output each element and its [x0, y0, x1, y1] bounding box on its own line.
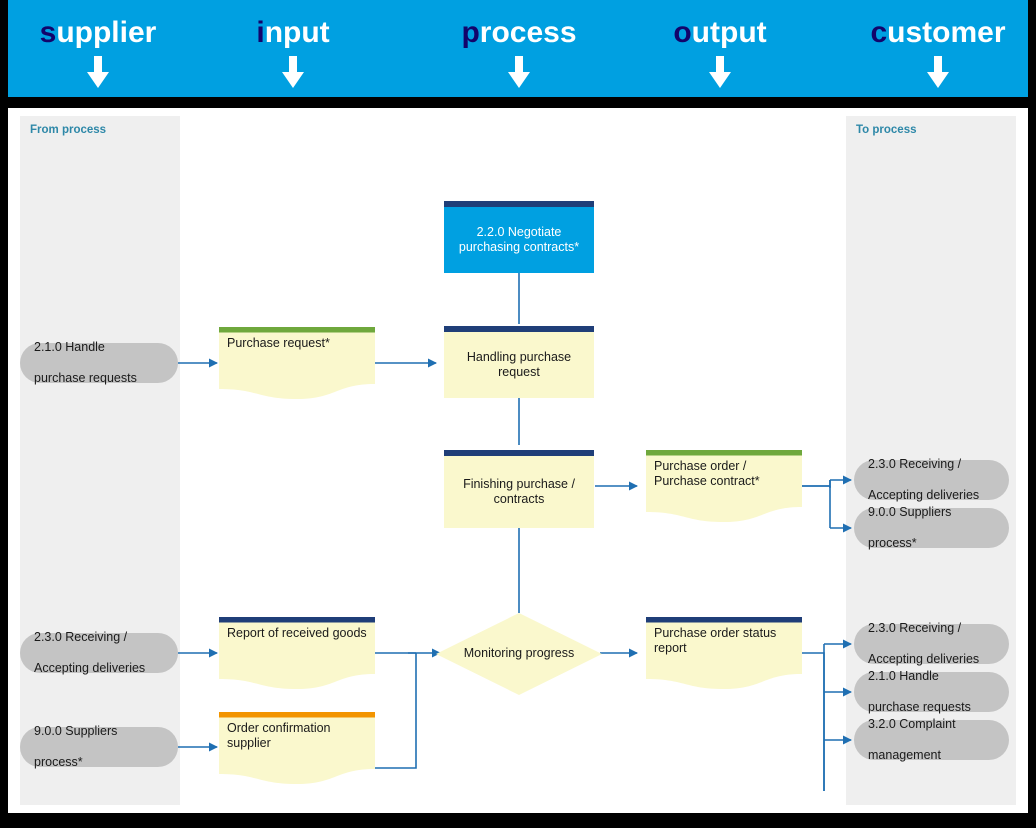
supplier-ref-line1-3: 9.0.0 Suppliers [34, 724, 118, 739]
sipoc-column-output: output [630, 0, 810, 97]
down-arrow-icon [280, 56, 306, 88]
supplier-ref-label-1: 2.1.0 Handle purchase requests [34, 340, 137, 386]
supplier-ref-line2-1: purchase requests [34, 370, 137, 385]
process-handling-purchase-request[interactable]: Handling purchase request [444, 326, 594, 398]
supplier-ref-receiving-accepting-deliveries[interactable]: 2.3.0 Receiving / Accepting deliveries [20, 630, 178, 676]
customer-ref-suppliers-process[interactable]: 9.0.0 Suppliers process* [854, 505, 1009, 551]
output-doc-label-1: Purchase order / Purchase contract* [654, 459, 760, 489]
customer-ref-line2-2: process* [868, 535, 917, 550]
sipoc-column-customer: customer [848, 0, 1028, 97]
input-doc-order-confirmation-supplier[interactable]: Order confirmation supplier [219, 712, 375, 784]
input-doc-report-of-received-goods[interactable]: Report of received goods [219, 617, 375, 689]
sipoc-rest-output: utput [691, 16, 767, 49]
customer-ref-line1-5: 3.2.0 Complaint [868, 717, 956, 732]
customer-ref-receiving-accepting-deliveries-top[interactable]: 2.3.0 Receiving / Accepting deliveries [854, 457, 1009, 503]
sipoc-first-letter-o: o [673, 16, 692, 49]
supplier-ref-line2-2: Accepting deliveries [34, 660, 146, 675]
process-label-2: Handling purchase request [467, 350, 571, 381]
process-label-4: Monitoring progress [463, 646, 575, 661]
diagram-canvas: From process To process 2.1.0 Handle pur… [8, 108, 1028, 813]
customer-ref-line1-2: 9.0.0 Suppliers [868, 505, 952, 520]
supplier-ref-line2-3: process* [34, 754, 83, 769]
customer-ref-line2-5: management [868, 747, 941, 762]
customer-ref-line2-3: Accepting deliveries [868, 651, 980, 666]
process-line2-3: contracts [493, 492, 545, 506]
down-arrow-icon [925, 56, 951, 88]
sipoc-diagram-page: supplier input process output customer F… [0, 0, 1036, 828]
customer-ref-label-1: 2.3.0 Receiving / Accepting deliveries [868, 457, 979, 503]
process-negotiate-purchasing-contracts[interactable]: 2.2.0 Negotiate purchasing contracts* [444, 201, 594, 273]
sipoc-label-input: input [203, 0, 383, 48]
process-line1-3: Finishing purchase / [463, 476, 575, 491]
sipoc-first-letter-c: c [870, 16, 888, 49]
sipoc-first-letter-p: p [461, 16, 480, 49]
sipoc-rest-customer: ustomer [887, 16, 1006, 49]
down-arrow-icon [707, 56, 733, 88]
supplier-ref-suppliers-process[interactable]: 9.0.0 Suppliers process* [20, 724, 178, 770]
customer-ref-label-2: 9.0.0 Suppliers process* [868, 505, 951, 551]
process-label-1: 2.2.0 Negotiate purchasing contracts* [459, 225, 579, 256]
supplier-ref-label-2: 2.3.0 Receiving / Accepting deliveries [34, 630, 145, 676]
process-line2-2: request [498, 365, 540, 379]
process-monitoring-progress[interactable]: Monitoring progress [436, 613, 602, 695]
customer-ref-line1-3: 2.3.0 Receiving / [868, 621, 962, 636]
customer-ref-label-4: 2.1.0 Handle purchase requests [868, 669, 971, 715]
customer-ref-line2-1: Accepting deliveries [868, 487, 980, 502]
customer-ref-complaint-management[interactable]: 3.2.0 Complaint management [854, 717, 1009, 763]
customer-ref-handle-purchase-requests[interactable]: 2.1.0 Handle purchase requests [854, 669, 1009, 715]
customer-ref-receiving-accepting-deliveries-bottom[interactable]: 2.3.0 Receiving / Accepting deliveries [854, 621, 1009, 667]
supplier-ref-handle-purchase-requests[interactable]: 2.1.0 Handle purchase requests [20, 340, 178, 386]
sipoc-first-letter-s: s [39, 16, 57, 49]
sipoc-label-customer: customer [848, 0, 1028, 48]
input-doc-label-3: Order confirmation supplier [227, 721, 331, 751]
sipoc-column-supplier: supplier [8, 0, 188, 97]
supplier-ref-line1-1: 2.1.0 Handle [34, 340, 105, 355]
lane-supplier: From process [20, 116, 180, 805]
customer-ref-label-3: 2.3.0 Receiving / Accepting deliveries [868, 621, 979, 667]
supplier-ref-line1-2: 2.3.0 Receiving / [34, 630, 128, 645]
sipoc-header-band: supplier input process output customer [8, 0, 1028, 97]
sipoc-column-input: input [203, 0, 383, 97]
sipoc-rest-supplier: upplier [56, 16, 157, 49]
input-doc-label-2: Report of received goods [227, 626, 367, 640]
customer-ref-line2-4: purchase requests [868, 699, 971, 714]
sipoc-rest-input: nput [264, 16, 330, 49]
output-doc-purchase-order-contract[interactable]: Purchase order / Purchase contract* [646, 450, 802, 522]
customer-ref-label-5: 3.2.0 Complaint management [868, 717, 956, 763]
process-line1-1: 2.2.0 Negotiate [476, 224, 562, 239]
sipoc-column-process: process [429, 0, 609, 97]
sipoc-rest-process: rocess [479, 16, 577, 49]
output-doc-purchase-order-status-report[interactable]: Purchase order status report [646, 617, 802, 689]
lane-label-to-process: To process [856, 124, 917, 136]
sipoc-label-supplier: supplier [8, 0, 188, 48]
lane-label-from-process: From process [30, 124, 107, 136]
customer-ref-line1-1: 2.3.0 Receiving / [868, 457, 962, 472]
down-arrow-icon [85, 56, 111, 88]
sipoc-label-process: process [429, 0, 609, 48]
down-arrow-icon [506, 56, 532, 88]
process-line1-2: Handling purchase [466, 349, 572, 364]
sipoc-first-letter-i: i [256, 16, 265, 49]
output-doc-label-2: Purchase order status report [654, 626, 777, 656]
input-doc-purchase-request[interactable]: Purchase request* [219, 327, 375, 399]
supplier-ref-label-3: 9.0.0 Suppliers process* [34, 724, 117, 770]
process-finishing-purchase-contracts[interactable]: Finishing purchase / contracts [444, 450, 594, 528]
input-doc-label-1: Purchase request* [227, 336, 330, 350]
sipoc-label-output: output [630, 0, 810, 48]
process-line2-1: purchasing contracts* [458, 240, 580, 254]
customer-ref-line1-4: 2.1.0 Handle [868, 669, 939, 684]
process-label-3: Finishing purchase / contracts [463, 477, 575, 508]
